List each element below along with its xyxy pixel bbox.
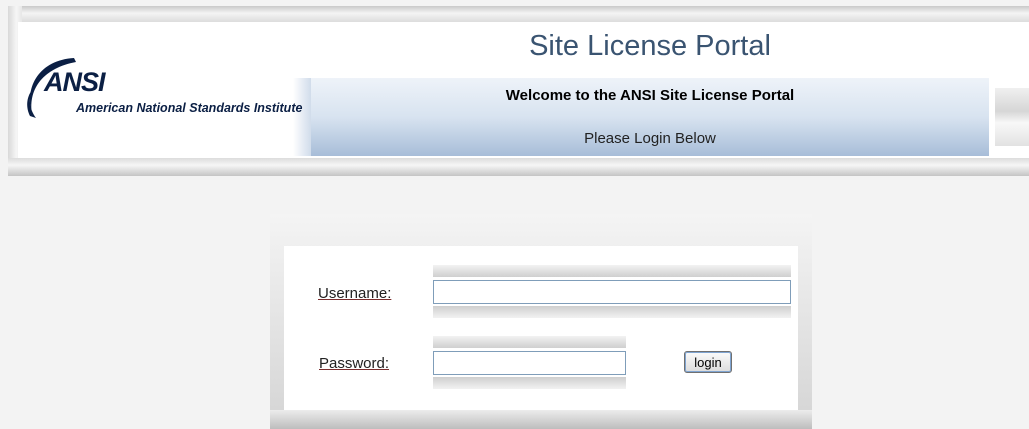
- header-right-decoration: [995, 88, 1029, 146]
- password-input[interactable]: [433, 351, 626, 375]
- password-bar-top: [433, 336, 626, 348]
- ansi-logo: ANSI American National Standards Institu…: [22, 52, 312, 132]
- welcome-message: Welcome to the ANSI Site License Portal: [505, 87, 795, 104]
- login-button[interactable]: login: [684, 351, 732, 373]
- password-label: Password:: [319, 355, 390, 372]
- header-bottom-bar: [8, 158, 1029, 176]
- username-bar-bottom: [433, 306, 791, 318]
- password-bar-bottom: [433, 377, 626, 389]
- username-input[interactable]: [433, 280, 791, 304]
- login-panel: [270, 214, 812, 429]
- logo-acronym: ANSI: [44, 67, 106, 97]
- username-bar-top: [433, 265, 791, 277]
- logo-organization-name: American National Standards Institute: [76, 101, 303, 115]
- page-title: Site License Portal: [529, 30, 771, 62]
- username-label: Username:: [318, 285, 392, 302]
- login-panel-bottom-edge: [270, 410, 812, 429]
- login-prompt: Please Login Below: [584, 130, 716, 147]
- page-header: ANSI American National Standards Institu…: [0, 0, 1029, 182]
- header-top-bar: [8, 6, 1029, 22]
